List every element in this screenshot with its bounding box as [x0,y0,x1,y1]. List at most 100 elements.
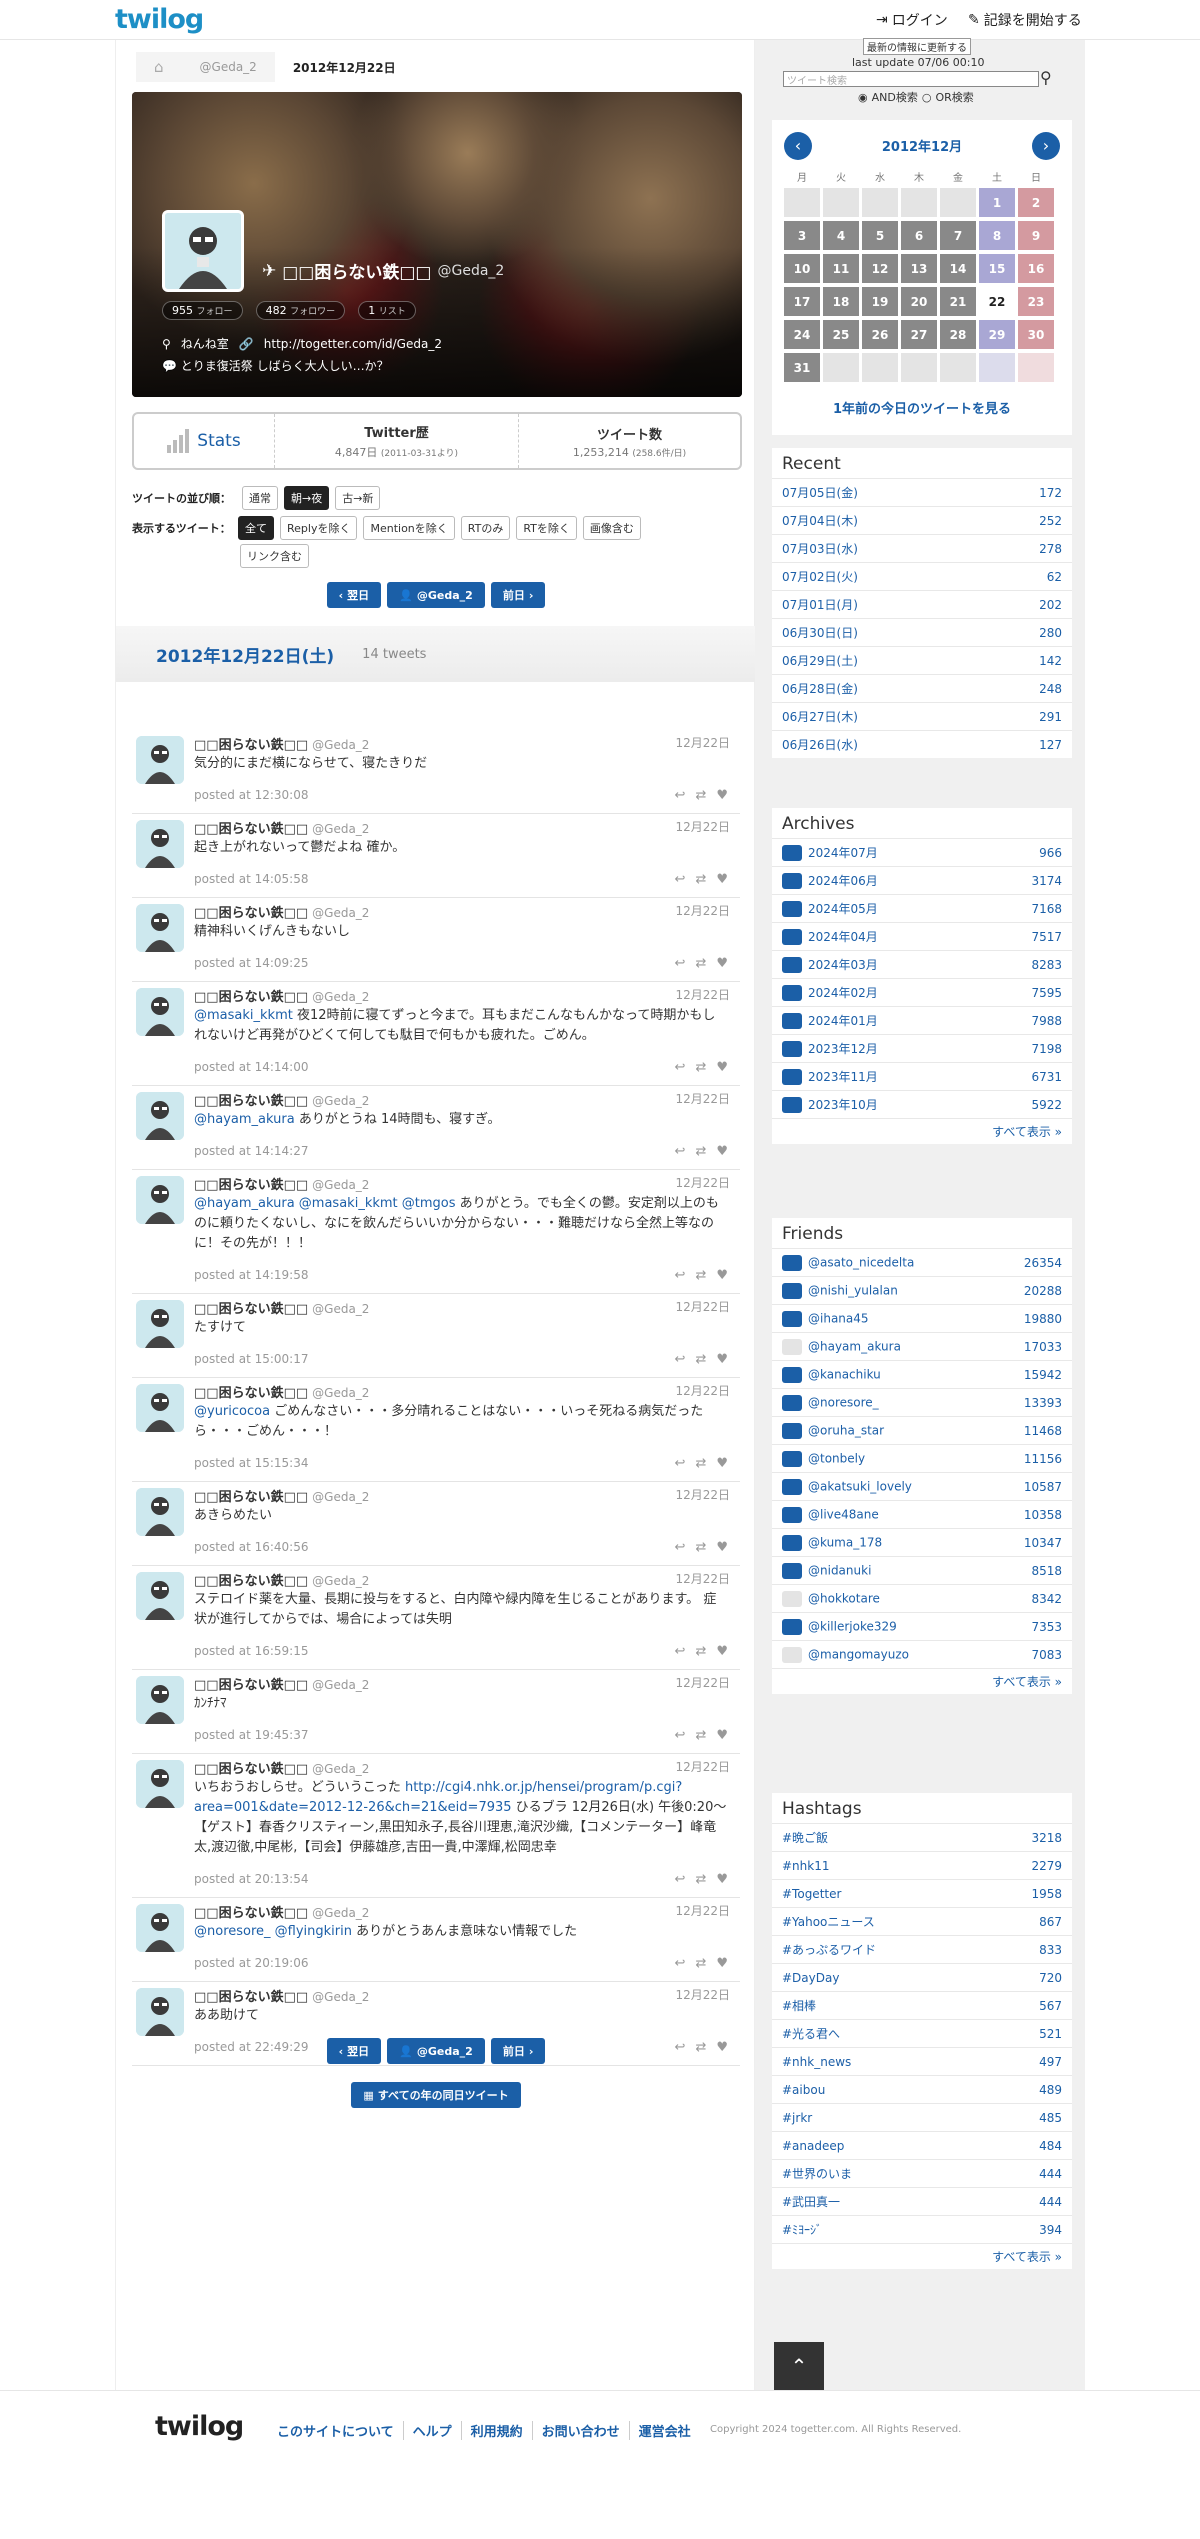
tweet-author[interactable]: □□困らない鉄□□ @Geda_2 [194,1298,369,1317]
tweet-date[interactable]: 12月22日 [675,1090,730,1107]
footer-help[interactable]: ヘルプ [402,2421,461,2440]
tweet-date[interactable]: 12月22日 [675,1298,730,1315]
friends-item[interactable]: @hayam_akura 17033 [772,1332,1072,1360]
tweet-date[interactable]: 12月22日 [675,1986,730,2003]
archives-item[interactable]: 2023年12月 7198 [772,1034,1072,1062]
last-year-link[interactable]: 1年前の今日のツイートを見る [772,398,1072,417]
filter-no-reply[interactable]: Replyを除く [280,516,358,540]
friends-item[interactable]: @kanachiku 15942 [772,1360,1072,1388]
prev-day-button-bottom[interactable]: 前日 › [490,2038,546,2064]
tweet-posted-at[interactable]: posted at 12:30:08 [194,788,309,802]
tweet-author[interactable]: □□困らない鉄□□ @Geda_2 [194,1382,369,1401]
tweet-posted-at[interactable]: posted at 20:13:54 [194,1872,309,1886]
tweet-author[interactable]: □□困らない鉄□□ @Geda_2 [194,1090,369,1109]
archives-item[interactable]: 2023年10月 5922 [772,1090,1072,1118]
tweet-date[interactable]: 12月22日 [675,1902,730,1919]
calendar-day[interactable]: 28 [940,320,976,349]
reply-icon[interactable]: ↩ [675,788,686,803]
login-link[interactable]: ⇥ ログイン [876,10,948,30]
tweet-avatar[interactable] [136,736,184,784]
tweet-avatar[interactable] [136,1488,184,1536]
tweet-avatar[interactable] [136,1300,184,1348]
filter-rt-only[interactable]: RTのみ [460,516,511,540]
reply-icon[interactable]: ↩ [675,1956,686,1971]
archives-show-all[interactable]: すべて表示 » [772,1118,1072,1144]
next-day-button-bottom[interactable]: ‹ 翌日 [326,2038,382,2064]
calendar-day[interactable]: 21 [940,287,976,316]
order-morning-night[interactable]: 朝→夜 [284,486,330,510]
hashtags-item[interactable]: #aibou 489 [772,2075,1072,2103]
recent-item[interactable]: 07月01日(月) 202 [772,590,1072,618]
calendar-day[interactable]: 4 [823,221,859,250]
list-count[interactable]: 1 リスト [358,301,416,320]
calendar-day[interactable]: 27 [901,320,937,349]
friends-item[interactable]: @nishi_yulalan 20288 [772,1276,1072,1304]
mention-link[interactable]: @masaki_kkmt [194,1008,293,1023]
avatar[interactable] [162,210,244,292]
search-input[interactable]: ツイート検索 [783,71,1039,87]
calendar-day[interactable]: 7 [940,221,976,250]
like-icon[interactable]: ♥ [716,1060,728,1075]
archives-item[interactable]: 2024年07月 966 [772,838,1072,866]
or-radio[interactable]: ○ [922,91,932,104]
friends-item[interactable]: @nidanuki 8518 [772,1556,1072,1584]
reply-icon[interactable]: ↩ [675,956,686,971]
reply-icon[interactable]: ↩ [675,1456,686,1471]
tweet-posted-at[interactable]: posted at 16:59:15 [194,1644,309,1658]
hashtags-item[interactable]: #ﾐﾖｰｼﾞ 394 [772,2215,1072,2243]
friends-item[interactable]: @mangomayuzo 7083 [772,1640,1072,1668]
hashtags-item[interactable]: #武田真一 444 [772,2187,1072,2215]
calendar-day[interactable]: 23 [1018,287,1054,316]
like-icon[interactable]: ♥ [716,1456,728,1471]
tweet-posted-at[interactable]: posted at 20:19:06 [194,1956,309,1970]
footer-company[interactable]: 運営会社 [628,2421,700,2440]
calendar-day[interactable]: 13 [901,254,937,283]
tweet-avatar[interactable] [136,820,184,868]
tweet-posted-at[interactable]: posted at 14:14:27 [194,1144,309,1158]
tweet-author[interactable]: □□困らない鉄□□ @Geda_2 [194,734,369,753]
retweet-icon[interactable]: ⇄ [695,1540,706,1555]
tweet-author[interactable]: □□困らない鉄□□ @Geda_2 [194,1570,369,1589]
hashtags-item[interactable]: #anadeep 484 [772,2131,1072,2159]
archives-item[interactable]: 2024年03月 8283 [772,950,1072,978]
tweet-date[interactable]: 12月22日 [675,1382,730,1399]
calendar-day[interactable]: 2 [1018,188,1054,217]
follow-count[interactable]: 955 フォロー [162,301,243,320]
reply-icon[interactable]: ↩ [675,1268,686,1283]
mention-link[interactable]: @yuricocoa [194,1404,270,1419]
order-normal[interactable]: 通常 [242,486,278,510]
tweet-author[interactable]: □□困らない鉄□□ @Geda_2 [194,1486,369,1505]
tweet-posted-at[interactable]: posted at 14:05:58 [194,872,309,886]
like-icon[interactable]: ♥ [716,956,728,971]
like-icon[interactable]: ♥ [716,1352,728,1367]
footer-terms[interactable]: 利用規約 [460,2421,532,2440]
tweet-posted-at[interactable]: posted at 14:19:58 [194,1268,309,1282]
retweet-icon[interactable]: ⇄ [695,1268,706,1283]
recent-item[interactable]: 06月30日(日) 280 [772,618,1072,646]
hashtags-item[interactable]: #世界のいま 444 [772,2159,1072,2187]
friends-item[interactable]: @kuma_178 10347 [772,1528,1072,1556]
prev-day-button[interactable]: 前日 › [490,582,546,608]
tweet-date[interactable]: 12月22日 [675,1674,730,1691]
tweet-author[interactable]: □□困らない鉄□□ @Geda_2 [194,1986,369,2005]
calendar-day[interactable]: 1 [979,188,1015,217]
like-icon[interactable]: ♥ [716,1956,728,1971]
like-icon[interactable]: ♥ [716,1872,728,1887]
tweet-avatar[interactable] [136,1092,184,1140]
stats-link[interactable]: Stats [134,414,274,468]
search-icon[interactable]: ⚲ [1040,68,1052,87]
hashtags-item[interactable]: #相棒 567 [772,1991,1072,2019]
retweet-icon[interactable]: ⇄ [695,1456,706,1471]
retweet-icon[interactable]: ⇄ [695,1144,706,1159]
hashtags-item[interactable]: #あっぷるワイド 833 [772,1935,1072,1963]
hashtags-item[interactable]: #DayDay 720 [772,1963,1072,1991]
filter-all[interactable]: 全て [238,516,274,540]
recent-item[interactable]: 07月04日(木) 252 [772,506,1072,534]
reply-icon[interactable]: ↩ [675,1644,686,1659]
tweet-posted-at[interactable]: posted at 14:14:00 [194,1060,309,1074]
retweet-icon[interactable]: ⇄ [695,1060,706,1075]
calendar-day[interactable]: 31 [784,353,820,382]
tweet-author[interactable]: □□困らない鉄□□ @Geda_2 [194,1674,369,1693]
tweet-avatar[interactable] [136,1676,184,1724]
archives-item[interactable]: 2024年02月 7595 [772,978,1072,1006]
